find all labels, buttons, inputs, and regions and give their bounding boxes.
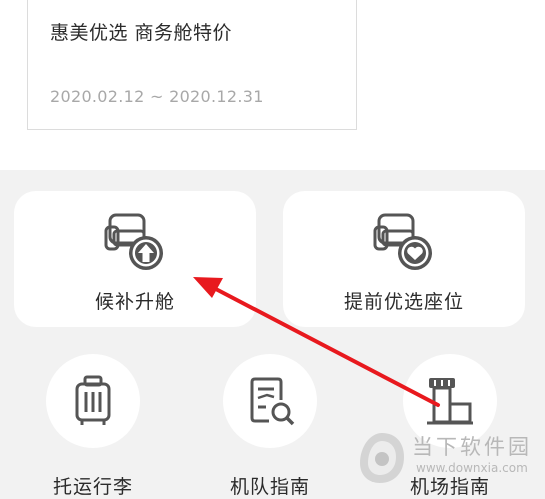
airport-tower-icon: [427, 378, 473, 425]
luggage-icon-circle: [46, 354, 140, 448]
upgrade-waitlist-card[interactable]: 候补升舱: [14, 191, 256, 327]
promo-section: 惠美优选 商务舱特价 2020.02.12 ~ 2020.12.31: [0, 0, 545, 170]
promo-title: 惠美优选 商务舱特价: [50, 22, 233, 44]
seat-upgrade-icon: [104, 213, 163, 270]
upgrade-waitlist-label: 候补升舱: [94, 291, 175, 313]
watermark-text: 当下软件园: [412, 435, 532, 459]
watermark-logo-icon: [360, 433, 404, 483]
luggage-icon: [75, 375, 111, 425]
checked-luggage-item[interactable]: 托运行李: [43, 354, 143, 498]
fleet-guide-label: 机队指南: [229, 476, 310, 498]
advance-seat-selection-card[interactable]: 提前优选座位: [283, 191, 525, 327]
fleet-guide-item[interactable]: 机队指南: [220, 354, 320, 498]
seat-favorite-icon: [373, 213, 432, 270]
watermark: 当下软件园 www.downxia.com: [356, 425, 545, 499]
checked-luggage-label: 托运行李: [52, 476, 133, 498]
watermark-url: www.downxia.com: [416, 461, 528, 475]
promo-date-range: 2020.02.12 ~ 2020.12.31: [50, 87, 264, 106]
fleet-guide-icon: [250, 377, 295, 426]
advance-seat-selection-label: 提前优选座位: [343, 291, 464, 313]
fleet-guide-icon-circle: [223, 354, 317, 448]
promo-card[interactable]: 惠美优选 商务舱特价 2020.02.12 ~ 2020.12.31: [27, 0, 357, 130]
